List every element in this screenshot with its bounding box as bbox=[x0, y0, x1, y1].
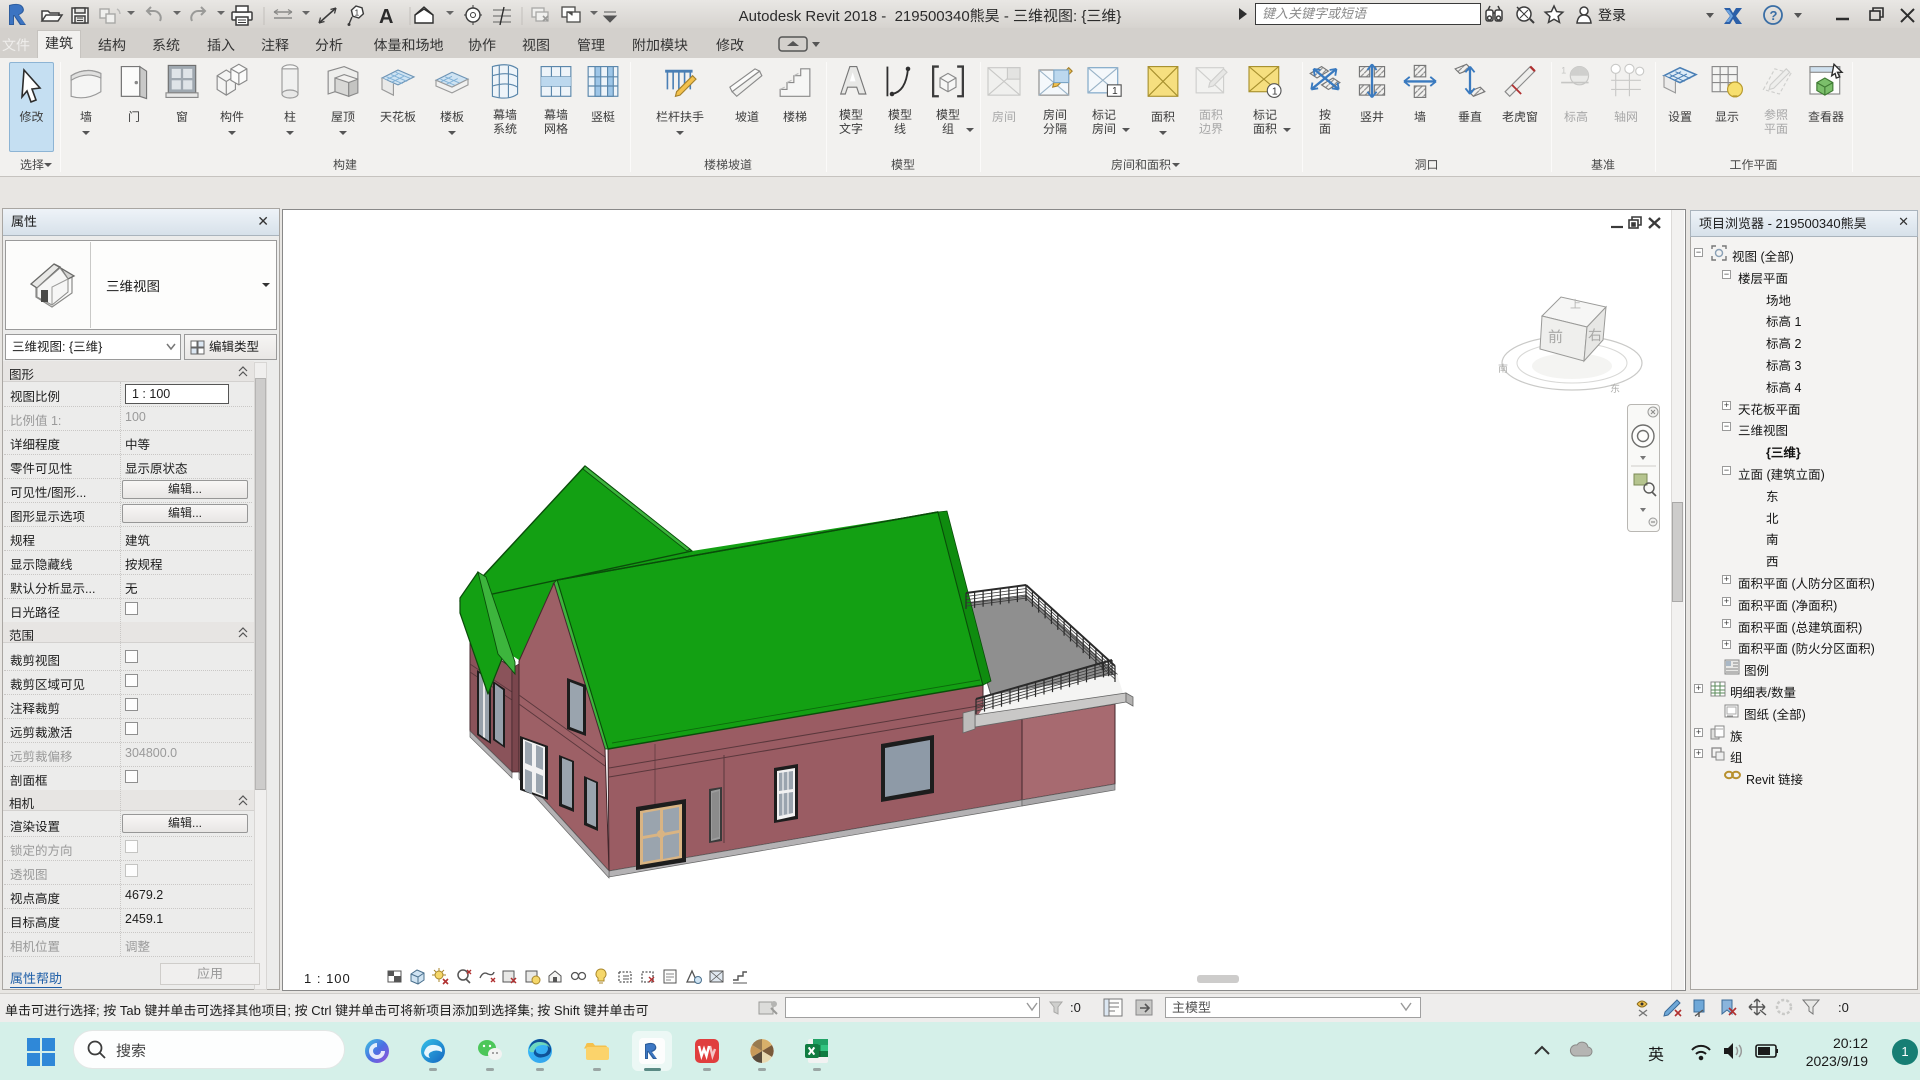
svg-text:1: 1 bbox=[1561, 65, 1566, 75]
svg-text:前: 前 bbox=[1548, 329, 1563, 346]
svg-text:1: 1 bbox=[1272, 87, 1278, 98]
svg-text:右: 右 bbox=[1588, 327, 1602, 343]
svg-text:东: 东 bbox=[1610, 383, 1620, 395]
svg-text:A: A bbox=[379, 6, 393, 28]
svg-text:南: 南 bbox=[1498, 363, 1508, 375]
svg-text:1: 1 bbox=[355, 8, 360, 18]
svg-text:上: 上 bbox=[1570, 298, 1581, 311]
svg-text:?: ? bbox=[1770, 8, 1778, 23]
svg-text:登录: 登录 bbox=[1598, 7, 1626, 23]
svg-text:1: 1 bbox=[1112, 86, 1118, 97]
